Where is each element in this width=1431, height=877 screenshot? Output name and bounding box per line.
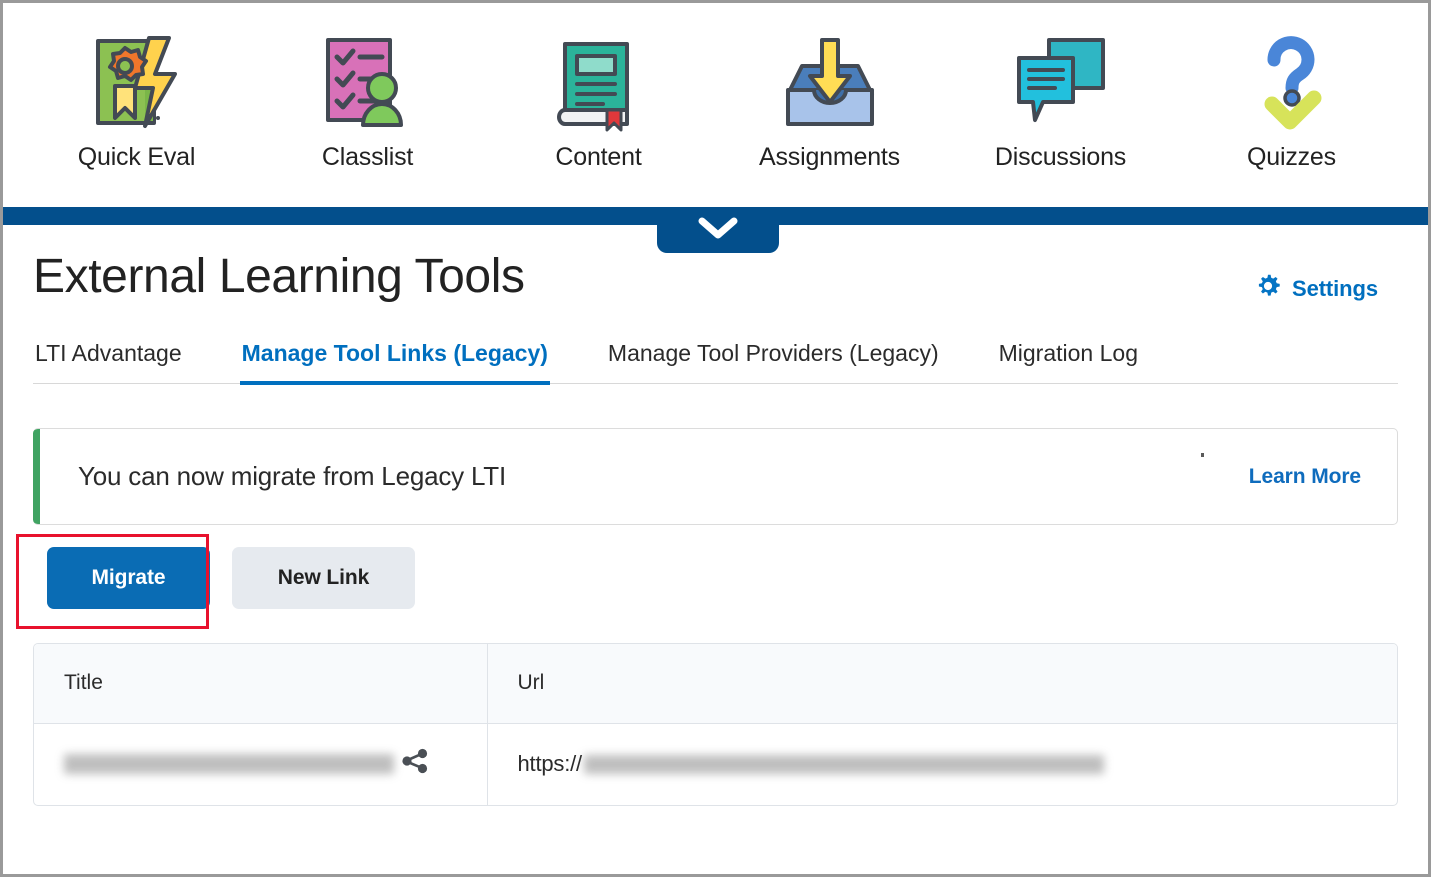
page-title: External Learning Tools xyxy=(33,250,525,303)
gear-icon xyxy=(1255,273,1281,304)
chevron-down-icon xyxy=(696,215,740,246)
cell-title xyxy=(34,723,488,805)
nav-item-content[interactable]: Content xyxy=(483,3,714,172)
migrate-button[interactable]: Migrate xyxy=(47,547,210,609)
cell-url: https:// xyxy=(487,723,1397,805)
nav-item-label: Quick Eval xyxy=(77,143,196,171)
settings-label: Settings xyxy=(1292,275,1378,301)
quizzes-icon xyxy=(1244,29,1340,135)
action-button-row: Migrate New Link xyxy=(16,534,1398,629)
nav-item-classlist[interactable]: Classlist xyxy=(252,3,483,172)
redacted-tool-title xyxy=(64,754,394,775)
tool-links-table: Title Url https:// xyxy=(33,643,1398,806)
discussions-icon xyxy=(1009,29,1113,135)
tab-migration-log[interactable]: Migration Log xyxy=(997,340,1140,383)
nav-item-label: Assignments xyxy=(759,143,900,171)
nav-item-label: Classlist xyxy=(321,143,414,171)
redacted-tool-url xyxy=(583,754,1104,774)
course-nav-bar: Quick Eval Classlist Content Assignments… xyxy=(3,3,1428,207)
banner-message: You can now migrate from Legacy LTI xyxy=(78,461,507,491)
nav-item-label: Content xyxy=(555,143,642,171)
settings-button[interactable]: Settings xyxy=(1255,273,1378,304)
migration-banner: You can now migrate from Legacy LTI Lear… xyxy=(33,428,1398,525)
url-scheme: https:// xyxy=(517,751,583,777)
page-content: External Learning Tools Settings LTI Adv… xyxy=(3,225,1428,806)
nav-item-discussions[interactable]: Discussions xyxy=(945,3,1176,172)
tab-bar: LTI Advantage Manage Tool Links (Legacy)… xyxy=(33,340,1398,385)
quick-eval-icon xyxy=(89,29,185,135)
column-header-url[interactable]: Url xyxy=(487,644,1397,724)
collapse-nav-button[interactable] xyxy=(657,207,779,253)
nav-item-label: Quizzes xyxy=(1247,143,1336,171)
tab-manage-tool-providers-legacy[interactable]: Manage Tool Providers (Legacy) xyxy=(606,340,941,383)
nav-item-label: Discussions xyxy=(994,143,1127,171)
tab-lti-advantage[interactable]: LTI Advantage xyxy=(33,340,184,383)
table-header-row: Title Url xyxy=(34,644,1397,724)
classlist-icon xyxy=(320,29,416,135)
nav-item-quick-eval[interactable]: Quick Eval xyxy=(21,3,252,172)
new-link-button[interactable]: New Link xyxy=(232,547,415,609)
banner-accent-bar xyxy=(33,429,40,524)
learn-more-link[interactable]: Learn More xyxy=(1249,465,1361,489)
share-icon[interactable] xyxy=(400,746,430,782)
banner-artifact-dot xyxy=(1201,453,1204,457)
assignments-icon xyxy=(778,29,882,135)
nav-divider-bar xyxy=(3,207,1428,253)
tab-manage-tool-links-legacy[interactable]: Manage Tool Links (Legacy) xyxy=(239,340,551,385)
nav-item-quizzes[interactable]: Quizzes xyxy=(1176,3,1407,172)
table-row: https:// xyxy=(34,723,1397,805)
app-window: Quick Eval Classlist Content Assignments… xyxy=(0,0,1431,877)
column-header-title[interactable]: Title xyxy=(34,644,488,724)
content-icon xyxy=(551,29,647,135)
nav-item-assignments[interactable]: Assignments xyxy=(714,3,945,172)
